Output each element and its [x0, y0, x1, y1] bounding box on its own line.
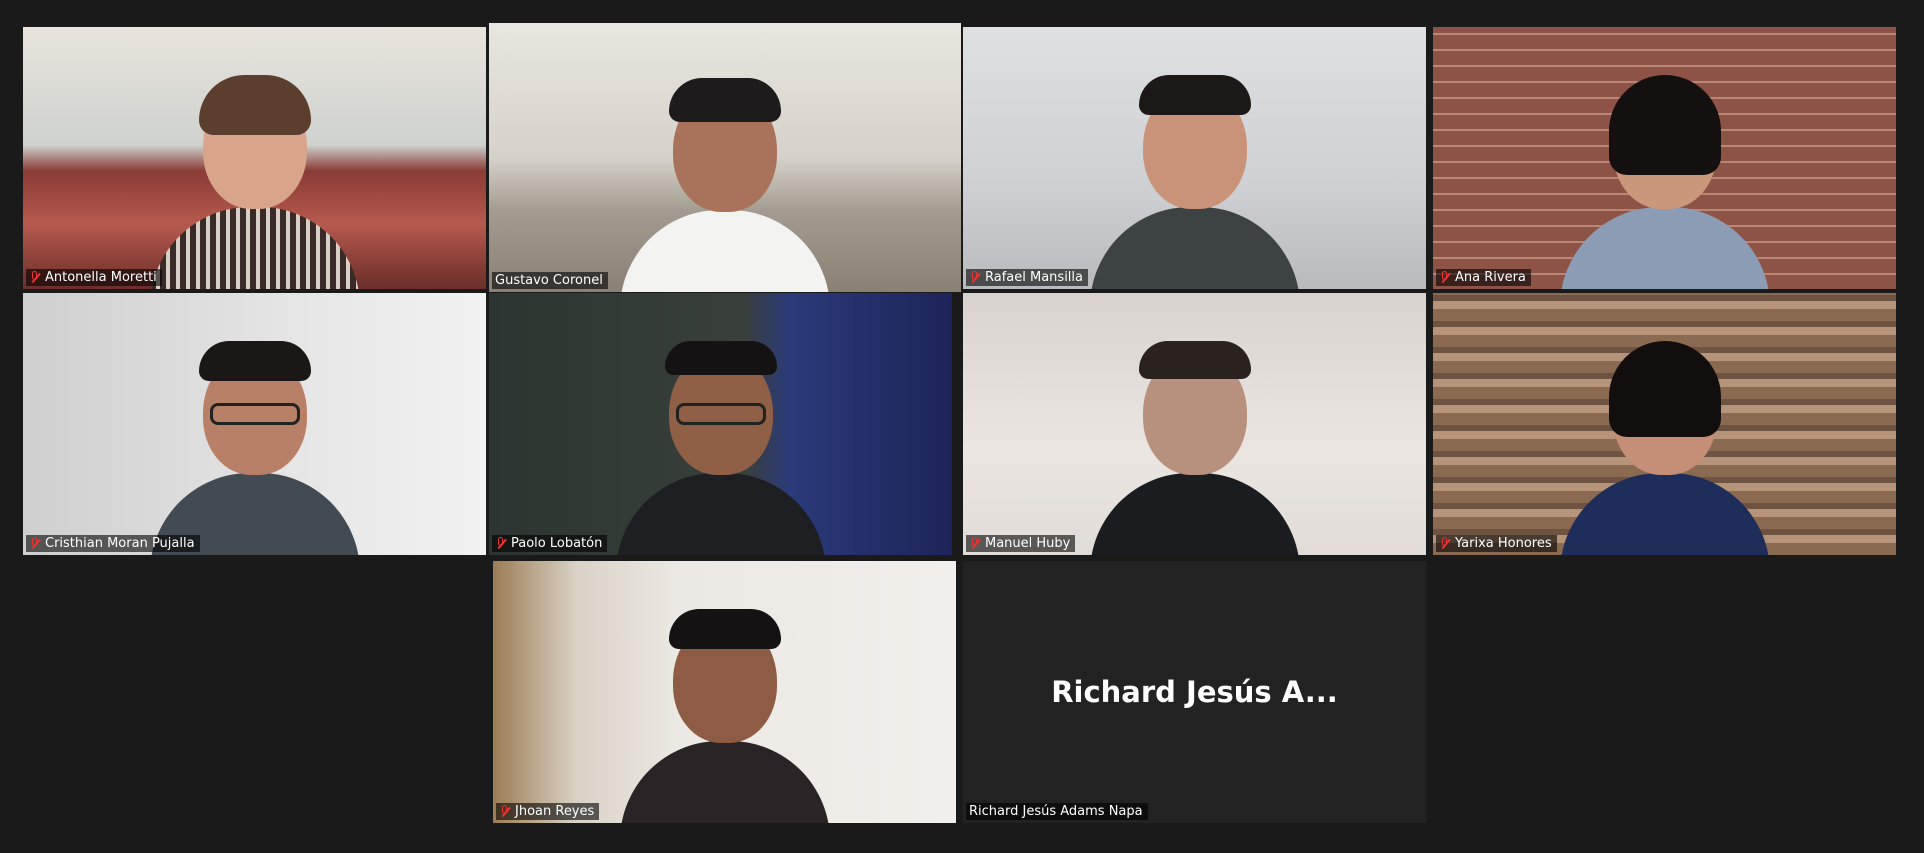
mic-muted-icon: [969, 536, 981, 551]
video-tile-paolo-lobaton[interactable]: Paolo Lobatón: [489, 293, 952, 555]
participant-name: Manuel Huby: [985, 536, 1071, 551]
participant-name-tag: Richard Jesús Adams Napa: [966, 803, 1148, 820]
participant-name: Paolo Lobatón: [511, 536, 603, 551]
video-tile-cristhian-moran-pujalla[interactable]: Cristhian Moran Pujalla: [23, 293, 486, 555]
video-tile-manuel-huby[interactable]: Manuel Huby: [963, 293, 1426, 555]
participant-name-tag: Rafael Mansilla: [966, 269, 1088, 286]
participant-video: [619, 601, 830, 823]
mic-muted-icon: [499, 804, 511, 819]
video-off-display-name: Richard Jesús A...: [1051, 675, 1338, 709]
participant-name-tag: Paolo Lobatón: [492, 535, 608, 552]
participant-name-tag: Ana Rivera: [1436, 269, 1531, 286]
video-tile-ana-rivera[interactable]: Ana Rivera: [1433, 27, 1896, 289]
participant-name-tag: Antonella Moretti: [26, 269, 162, 286]
participant-name-tag: Gustavo Coronel: [492, 272, 608, 289]
participant-video: [620, 70, 830, 292]
participant-name: Gustavo Coronel: [495, 273, 603, 288]
participant-name-tag: Cristhian Moran Pujalla: [26, 535, 200, 552]
participant-video: [1559, 67, 1770, 289]
video-tile-richard-jesus-adams-napa[interactable]: Richard Jesús A... Richard Jesús Adams N…: [963, 561, 1426, 823]
participant-name: Richard Jesús Adams Napa: [969, 804, 1143, 819]
mic-muted-icon: [1439, 270, 1451, 285]
participant-name: Yarixa Honores: [1455, 536, 1552, 551]
video-tile-antonella-moretti[interactable]: Antonella Moretti: [23, 27, 486, 289]
participant-name: Cristhian Moran Pujalla: [45, 536, 195, 551]
participant-video: [1089, 333, 1300, 555]
participant-name: Rafael Mansilla: [985, 270, 1083, 285]
participant-video: [149, 67, 360, 289]
participant-video: [1559, 333, 1770, 555]
participant-name: Jhoan Reyes: [515, 804, 595, 819]
participant-name: Antonella Moretti: [45, 270, 157, 285]
participant-name-tag: Yarixa Honores: [1436, 535, 1557, 552]
participant-name-tag: Manuel Huby: [966, 535, 1076, 552]
participant-name: Ana Rivera: [1455, 270, 1526, 285]
mic-muted-icon: [29, 536, 41, 551]
participant-video: [1089, 67, 1300, 289]
mic-muted-icon: [969, 270, 981, 285]
participant-name-tag: Jhoan Reyes: [496, 803, 600, 820]
video-tile-yarixa-honores[interactable]: Yarixa Honores: [1433, 293, 1896, 555]
mic-muted-icon: [1439, 536, 1451, 551]
video-tile-rafael-mansilla[interactable]: Rafael Mansilla: [963, 27, 1426, 289]
participant-video: [615, 333, 826, 555]
video-tile-jhoan-reyes[interactable]: Jhoan Reyes: [493, 561, 956, 823]
video-tile-gustavo-coronel[interactable]: Gustavo Coronel: [489, 23, 961, 292]
mic-muted-icon: [29, 270, 41, 285]
mic-muted-icon: [495, 536, 507, 551]
participant-video: [149, 333, 360, 555]
